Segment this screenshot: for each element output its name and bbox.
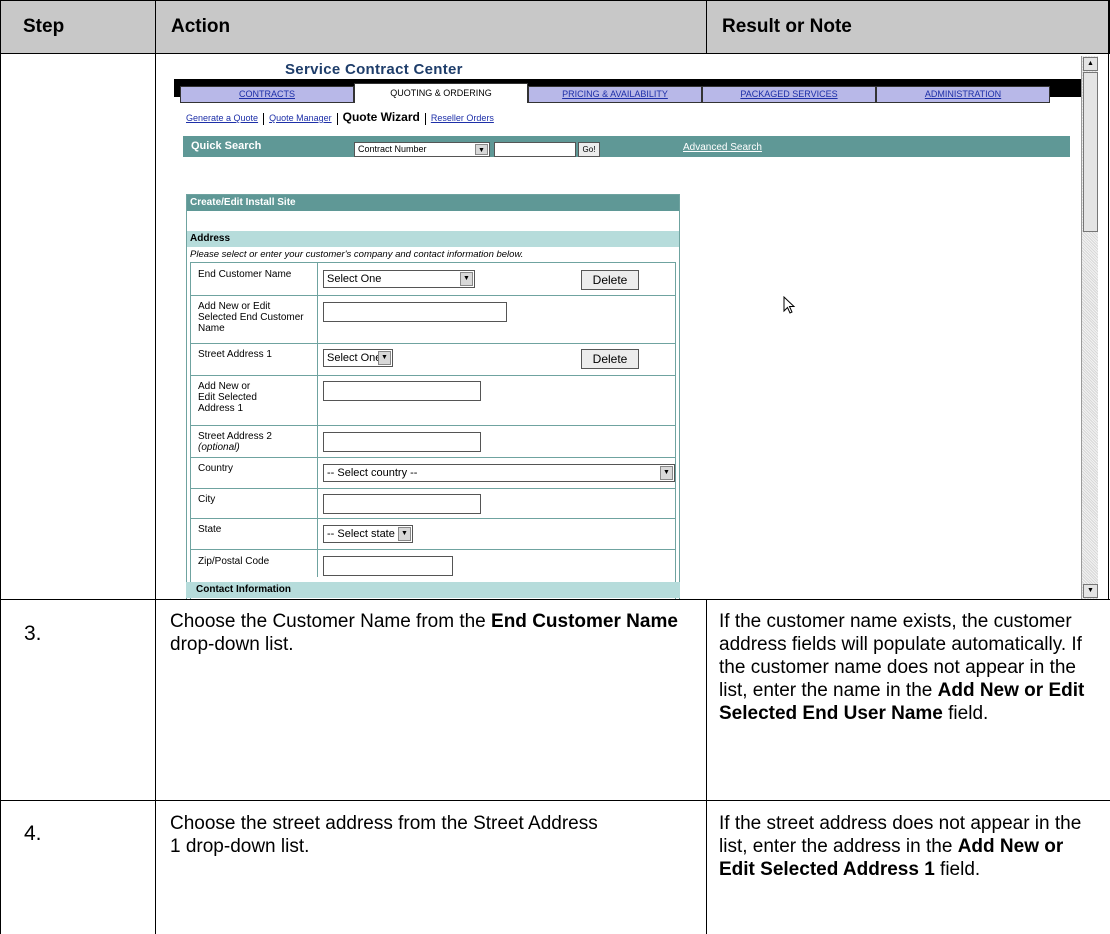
sub-navigation: Generate a Quote Quote Manager Quote Wizar… [186,110,494,125]
column-divider [706,0,707,54]
quick-search-bar: Quick Search [183,136,1070,157]
delete-customer-button[interactable]: Delete [581,270,639,290]
address1-field[interactable] [323,381,481,401]
vertical-scrollbar[interactable]: ▲ ▼ [1081,56,1098,599]
label-street2: Street Address 2 (optional) [198,431,272,453]
label-end-customer-name: End Customer Name [198,269,292,280]
address-fields-table: End Customer Name Select One ▼ Delete Add… [190,262,676,599]
chevron-down-icon: ▼ [475,144,488,155]
app-title: Service Contract Center [285,61,463,78]
note-text: If the street address does not appear in… [719,813,1082,880]
chevron-down-icon: ▼ [460,272,473,286]
action-text: Choose the Customer Name from the End Cu… [170,611,678,655]
search-input[interactable] [494,142,576,157]
form-title: Create/Edit Install Site [187,195,679,211]
tab-pricing-availability[interactable]: PRICING & AVAILABILITY [528,86,702,103]
search-type-select[interactable]: Contract Number ▼ [354,142,490,157]
row-divider [0,800,1110,801]
note-text: If the customer name exists, the custome… [719,611,1085,724]
row-divider [0,599,1110,600]
chevron-down-icon: ▼ [378,351,391,365]
address-section-header: Address [187,231,679,247]
state-select[interactable]: -- Select state -- ▼ [323,525,413,543]
scroll-down-icon[interactable]: ▼ [1083,584,1098,598]
mouse-pointer-icon [783,296,796,314]
label-state: State [198,524,222,535]
tab-administration[interactable]: ADMINISTRATION [876,86,1050,103]
delete-address-button[interactable]: Delete [581,349,639,369]
subnav-quote-manager[interactable]: Quote Manager [269,113,332,123]
column-divider [155,0,156,934]
zip-field[interactable] [323,556,453,576]
tab-packaged-services[interactable]: PACKAGED SERVICES [702,86,876,103]
tab-quoting-ordering[interactable]: QUOTING & ORDERING [354,83,528,103]
street2-field[interactable] [323,432,481,452]
step-number: 3. [24,622,42,645]
contact-section-header: Contact Information [186,582,680,598]
scroll-thumb[interactable] [1083,72,1098,232]
city-field[interactable] [323,494,481,514]
action-text: Choose the street address from the Stree… [170,813,598,857]
go-button[interactable]: Go! [578,142,600,157]
label-country: Country [198,463,234,474]
column-divider [1108,0,1109,600]
quick-search-label: Quick Search [191,140,262,152]
label-street1: Street Address 1 [198,349,272,360]
embedded-screenshot: Service Contract Center CONTRACTS QUOTIN… [166,56,1098,599]
subnav-generate-quote[interactable]: Generate a Quote [186,113,258,123]
tab-contracts[interactable]: CONTRACTS [180,86,354,103]
label-add-edit-address: Add New or Edit Selected Address 1 [198,381,257,414]
chevron-down-icon: ▼ [398,527,411,541]
subnav-quote-wizard[interactable]: Quote Wizard [343,110,420,124]
advanced-search-link[interactable]: Advanced Search [683,142,762,153]
table-header-row: Step Action Result or Note [0,0,1110,54]
header-note: Result or Note [722,16,852,37]
label-city: City [198,494,216,505]
label-zip: Zip/Postal Code [198,556,270,567]
column-divider [706,600,707,934]
address-intro: Please select or enter your customer's c… [190,249,524,260]
end-customer-select[interactable]: Select One ▼ [323,270,475,288]
scroll-up-icon[interactable]: ▲ [1083,57,1098,71]
step-number: 4. [24,822,42,845]
country-select[interactable]: -- Select country -- ▼ [323,464,675,482]
header-step: Step [23,16,65,37]
street1-select[interactable]: Select One ▼ [323,349,393,367]
chevron-down-icon: ▼ [660,466,673,480]
label-add-edit-name: Add New or Edit Selected End Customer Na… [198,301,304,334]
header-action: Action [171,16,231,37]
end-customer-name-field[interactable] [323,302,507,322]
column-divider [0,0,1,934]
subnav-reseller-orders[interactable]: Reseller Orders [431,113,494,123]
